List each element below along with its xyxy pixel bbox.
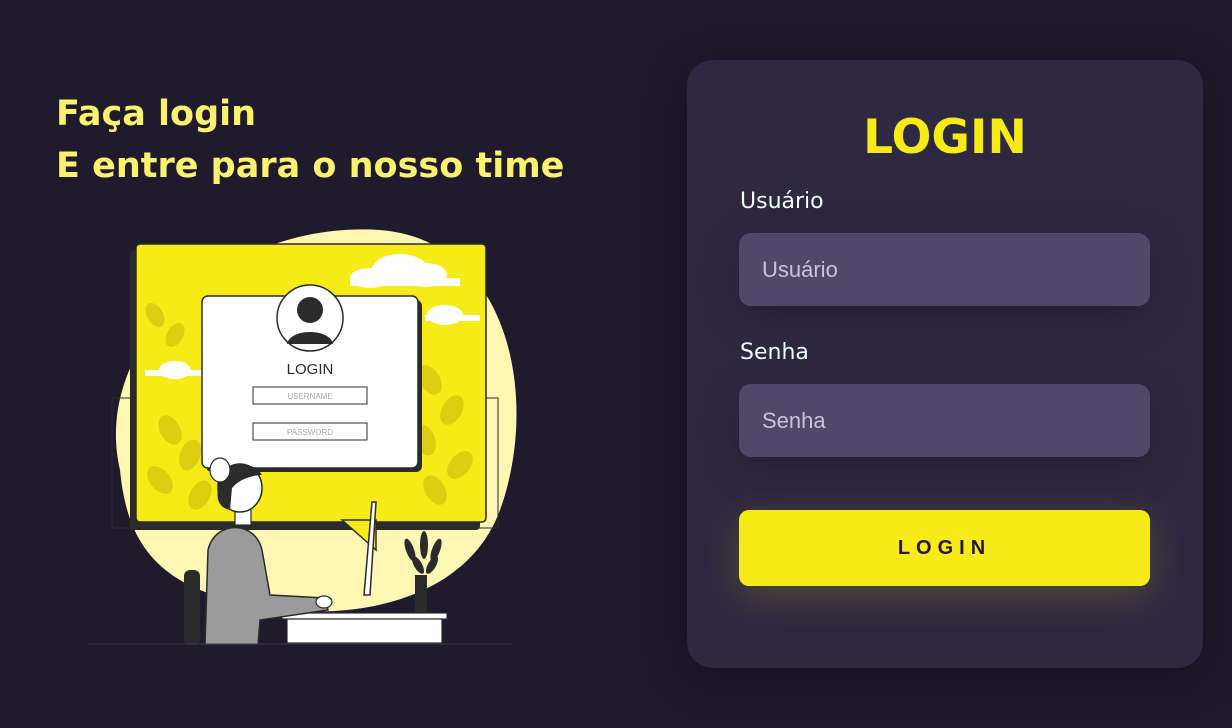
login-button[interactable]: LOGIN: [739, 510, 1150, 586]
desk-top: [281, 612, 448, 620]
hero-heading: Faça login E entre para o nosso time: [56, 88, 564, 192]
username-input[interactable]: [739, 233, 1150, 306]
username-label: Usuário: [740, 189, 824, 214]
chair: [184, 570, 200, 645]
login-title: LOGIN: [863, 110, 1027, 165]
login-illustration: LOGIN USERNAME PASSWORD: [88, 229, 517, 645]
illustration-card-title: LOGIN: [287, 361, 334, 378]
illustration-password-text: PASSWORD: [287, 428, 333, 437]
login-card: LOGIN Usuário Senha LOGIN: [687, 60, 1203, 668]
password-label: Senha: [740, 340, 809, 365]
desk-body: [286, 618, 443, 644]
password-input[interactable]: [739, 384, 1150, 457]
hero-line-1: Faça login: [56, 94, 257, 134]
hero-line-2: E entre para o nosso time: [56, 146, 565, 186]
illustration-username-text: USERNAME: [287, 392, 332, 401]
avatar-head: [297, 297, 323, 323]
